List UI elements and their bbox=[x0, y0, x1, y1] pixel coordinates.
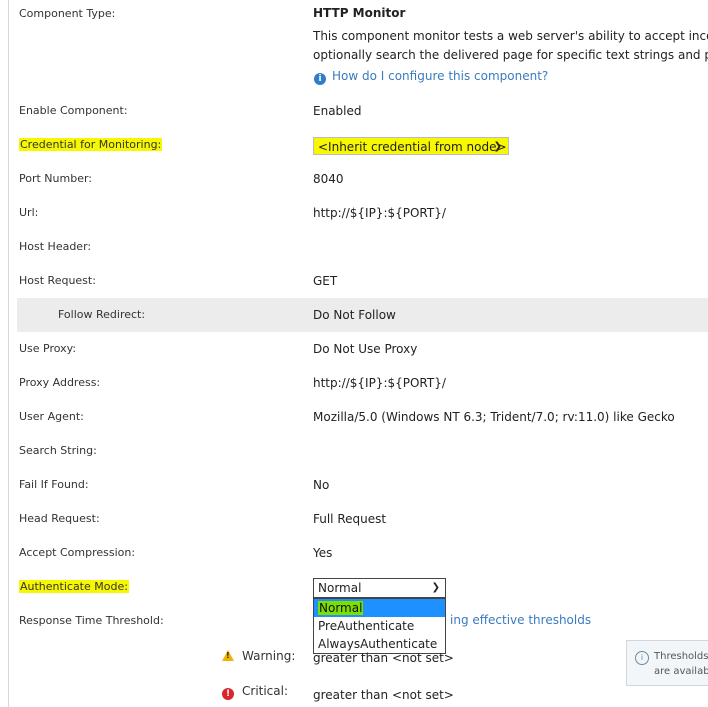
follow-redirect-label: Follow Redirect: bbox=[58, 308, 146, 321]
authenticate-mode-label: Authenticate Mode: bbox=[19, 580, 129, 593]
fail-if-found-value: No bbox=[313, 478, 330, 492]
use-proxy-value: Do Not Use Proxy bbox=[313, 342, 418, 356]
enable-component-label: Enable Component: bbox=[19, 104, 128, 117]
enable-component-value: Enabled bbox=[313, 104, 362, 118]
warning-value: greater than <not set> bbox=[313, 651, 454, 665]
authenticate-selected-value: Normal bbox=[318, 581, 362, 595]
info-icon: i bbox=[635, 651, 649, 665]
user-agent-label: User Agent: bbox=[19, 410, 84, 423]
proxy-address-value: http://${IP}:${PORT}/ bbox=[313, 376, 446, 390]
host-request-label: Host Request: bbox=[19, 274, 96, 287]
accept-compression-value: Yes bbox=[313, 546, 333, 560]
critical-label-text: Critical: bbox=[242, 684, 289, 698]
warning-label-text: Warning: bbox=[242, 649, 296, 663]
thresholds-info-box: i Thresholds are availab bbox=[626, 640, 708, 686]
info-icon: i bbox=[314, 73, 326, 85]
tip-line-2: are availab bbox=[654, 666, 708, 677]
credential-label-text: Credential for Monitoring: bbox=[19, 138, 163, 151]
component-type-label: Component Type: bbox=[19, 7, 116, 20]
port-number-value: 8040 bbox=[313, 172, 344, 186]
description-line-2: optionally search the delivered page for… bbox=[313, 48, 708, 62]
fail-if-found-label: Fail If Found: bbox=[19, 478, 89, 491]
effective-thresholds-link[interactable]: ing effective thresholds bbox=[450, 613, 591, 627]
credential-label: Credential for Monitoring: bbox=[19, 138, 163, 151]
description-line-1: This component monitor tests a web serve… bbox=[313, 29, 708, 43]
warning-icon bbox=[222, 650, 234, 661]
option-normal[interactable]: Normal bbox=[314, 599, 445, 617]
component-description: This component monitor tests a web serve… bbox=[313, 27, 708, 65]
authenticate-mode-select[interactable]: Normal ❯ bbox=[313, 578, 446, 598]
url-label: Url: bbox=[19, 206, 39, 219]
accept-compression-label: Accept Compression: bbox=[19, 546, 136, 559]
head-request-label: Head Request: bbox=[19, 512, 100, 525]
user-agent-value: Mozilla/5.0 (Windows NT 6.3; Trident/7.0… bbox=[313, 410, 675, 424]
warning-label: Warning: bbox=[222, 649, 295, 663]
follow-redirect-value: Do Not Follow bbox=[313, 308, 396, 322]
critical-label: ! Critical: bbox=[222, 684, 288, 700]
option-preauthenticate[interactable]: PreAuthenticate bbox=[314, 617, 445, 635]
search-string-label: Search String: bbox=[19, 444, 97, 457]
component-type-value: HTTP Monitor bbox=[313, 6, 406, 20]
url-value: http://${IP}:${PORT}/ bbox=[313, 206, 446, 220]
help-link-text: How do I configure this component? bbox=[332, 69, 549, 83]
proxy-address-label: Proxy Address: bbox=[19, 376, 101, 389]
port-number-label: Port Number: bbox=[19, 172, 93, 185]
response-time-threshold-label: Response Time Threshold: bbox=[19, 614, 164, 627]
chevron-down-icon: ❯ bbox=[493, 141, 502, 152]
use-proxy-label: Use Proxy: bbox=[19, 342, 77, 355]
host-header-label: Host Header: bbox=[19, 240, 92, 253]
authenticate-mode-dropdown: Normal PreAuthenticate AlwaysAuthenticat… bbox=[313, 598, 446, 654]
chevron-down-icon: ❯ bbox=[431, 582, 440, 593]
help-link[interactable]: i How do I configure this component? bbox=[314, 69, 548, 85]
tip-line-1: Thresholds bbox=[654, 651, 708, 662]
left-border bbox=[8, 0, 9, 707]
credential-selected-value: <Inherit credential from node> bbox=[318, 140, 507, 154]
critical-value: greater than <not set> bbox=[313, 688, 454, 702]
host-request-value: GET bbox=[313, 274, 338, 288]
critical-icon: ! bbox=[222, 688, 234, 700]
authenticate-mode-label-text: Authenticate Mode: bbox=[19, 580, 129, 593]
credential-select[interactable]: <Inherit credential from node> ❯ bbox=[313, 137, 509, 155]
head-request-value: Full Request bbox=[313, 512, 387, 526]
option-normal-text: Normal bbox=[318, 601, 364, 615]
